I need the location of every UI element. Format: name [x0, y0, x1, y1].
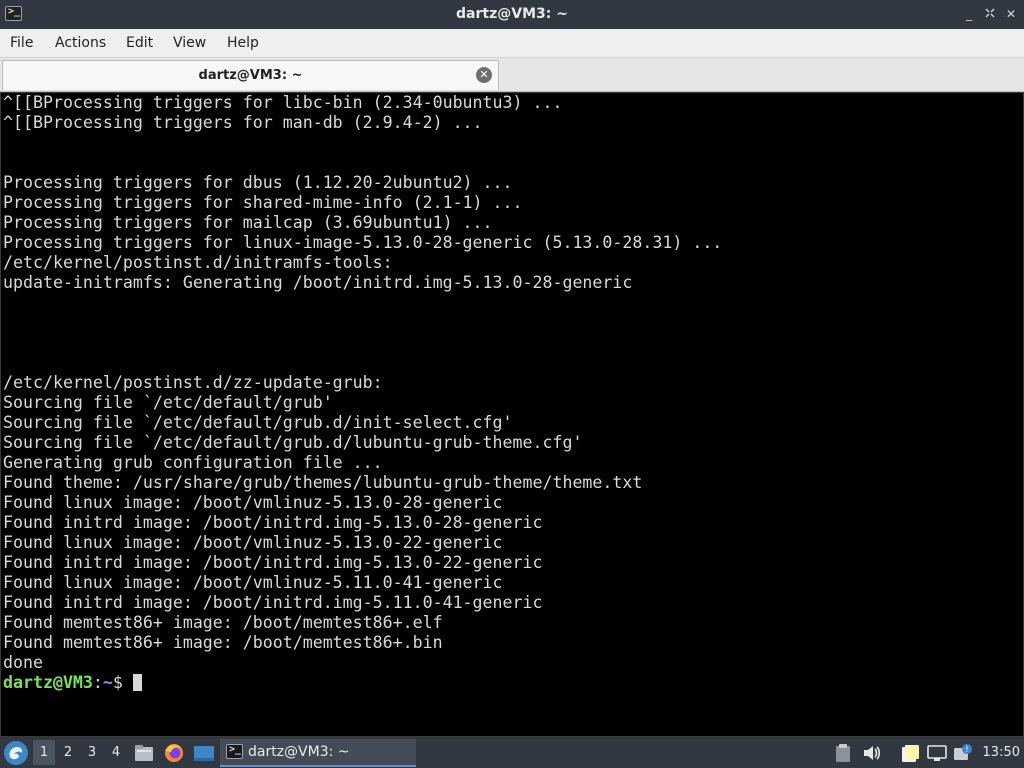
menu-view[interactable]: View: [173, 29, 206, 57]
text-cursor: [132, 674, 142, 691]
menu-file[interactable]: File: [10, 29, 33, 57]
workspace-1[interactable]: 1: [33, 740, 55, 765]
prompt-symbol: $: [112, 673, 133, 692]
menu-bar: File Actions Edit View Help: [0, 29, 1024, 58]
firefox-icon[interactable]: [163, 742, 185, 764]
menu-edit[interactable]: Edit: [126, 29, 153, 57]
tab-label: dartz@VM3: ~: [198, 68, 303, 83]
terminal-icon: >_: [226, 744, 243, 759]
terminal-line: Sourcing file `/etc/default/grub': [3, 393, 333, 412]
clock[interactable]: 13:50: [983, 737, 1020, 768]
restore-icon: [985, 8, 995, 18]
terminal-line: Processing triggers for mailcap (3.69ubu…: [3, 213, 493, 232]
maximize-button[interactable]: [983, 6, 997, 22]
taskbar-window-terminal[interactable]: >_ dartz@VM3: ~: [220, 739, 416, 767]
terminal-line: Found memtest86+ image: /boot/memtest86+…: [3, 613, 443, 632]
terminal-line: Generating grub configuration file ...: [3, 453, 383, 472]
terminal-line: Found initrd image: /boot/initrd.img-5.1…: [3, 513, 543, 532]
terminal-line: update-initramfs: Generating /boot/initr…: [3, 273, 633, 292]
terminal-line: Found memtest86+ image: /boot/memtest86+…: [3, 633, 443, 652]
terminal-line: Sourcing file `/etc/default/grub.d/init-…: [3, 413, 513, 432]
taskbar: 1 2 3 4 >_ dartz@VM3: ~ ! 13:50: [0, 737, 1024, 768]
terminal-line: Processing triggers for dbus (1.12.20-2u…: [3, 173, 513, 192]
terminal-line: /etc/kernel/postinst.d/zz-update-grub:: [3, 373, 383, 392]
terminal-line: Found theme: /usr/share/grub/themes/lubu…: [3, 473, 643, 492]
clipboard-icon[interactable]: [832, 742, 854, 764]
prompt-user: dartz@VM3: [3, 673, 93, 692]
terminal-line: Found linux image: /boot/vmlinuz-5.13.0-…: [3, 533, 503, 552]
application-menu-icon[interactable]: [4, 741, 28, 765]
workspace-4[interactable]: 4: [105, 740, 127, 765]
tab-bar: dartz@VM3: ~ ✕: [0, 58, 1024, 92]
window-titlebar[interactable]: >_ dartz@VM3: ~ _ ✕: [0, 0, 1024, 29]
terminal-output[interactable]: ^[[BProcessing triggers for libc-bin (2.…: [0, 92, 1024, 737]
terminal-line: done: [3, 653, 43, 672]
terminal-line: ^[[BProcessing triggers for libc-bin (2.…: [3, 93, 563, 112]
terminal-lines: ^[[BProcessing triggers for libc-bin (2.…: [3, 93, 722, 693]
taskbar-window-label: dartz@VM3: ~: [248, 744, 350, 760]
terminal-line: Found initrd image: /boot/initrd.img-5.1…: [3, 593, 543, 612]
volume-icon[interactable]: [861, 742, 883, 764]
workspace-3[interactable]: 3: [81, 740, 103, 765]
terminal-line: Found initrd image: /boot/initrd.img-5.1…: [3, 553, 543, 572]
menu-actions[interactable]: Actions: [55, 29, 106, 57]
tab-terminal[interactable]: dartz@VM3: ~ ✕: [2, 60, 499, 90]
minimize-button[interactable]: _: [962, 6, 976, 22]
prompt-path: ~: [102, 673, 113, 692]
terminal-line: /etc/kernel/postinst.d/initramfs-tools:: [3, 253, 393, 272]
close-button[interactable]: ✕: [1004, 6, 1018, 22]
workspace-2[interactable]: 2: [57, 740, 79, 765]
network-icon[interactable]: [926, 742, 948, 764]
terminal-line: ^[[BProcessing triggers for man-db (2.9.…: [3, 113, 483, 132]
show-desktop-icon[interactable]: [193, 742, 215, 764]
svg-text:!: !: [965, 745, 968, 754]
prompt-separator: :: [92, 673, 103, 692]
terminal-line: Processing triggers for linux-image-5.13…: [3, 233, 723, 252]
shell-prompt[interactable]: dartz@VM3:~$: [3, 673, 722, 693]
tab-close-icon[interactable]: ✕: [476, 67, 492, 83]
terminal-line: Sourcing file `/etc/default/grub.d/lubun…: [3, 433, 583, 452]
terminal-line: Processing triggers for shared-mime-info…: [3, 193, 523, 212]
window-title: dartz@VM3: ~: [456, 6, 568, 22]
file-manager-icon[interactable]: [133, 742, 155, 764]
terminal-line: Found linux image: /boot/vmlinuz-5.13.0-…: [3, 493, 503, 512]
menu-help[interactable]: Help: [227, 29, 259, 57]
notes-icon[interactable]: [899, 742, 921, 764]
update-notifier-icon[interactable]: !: [952, 742, 974, 764]
terminal-line: Found linux image: /boot/vmlinuz-5.11.0-…: [3, 573, 503, 592]
